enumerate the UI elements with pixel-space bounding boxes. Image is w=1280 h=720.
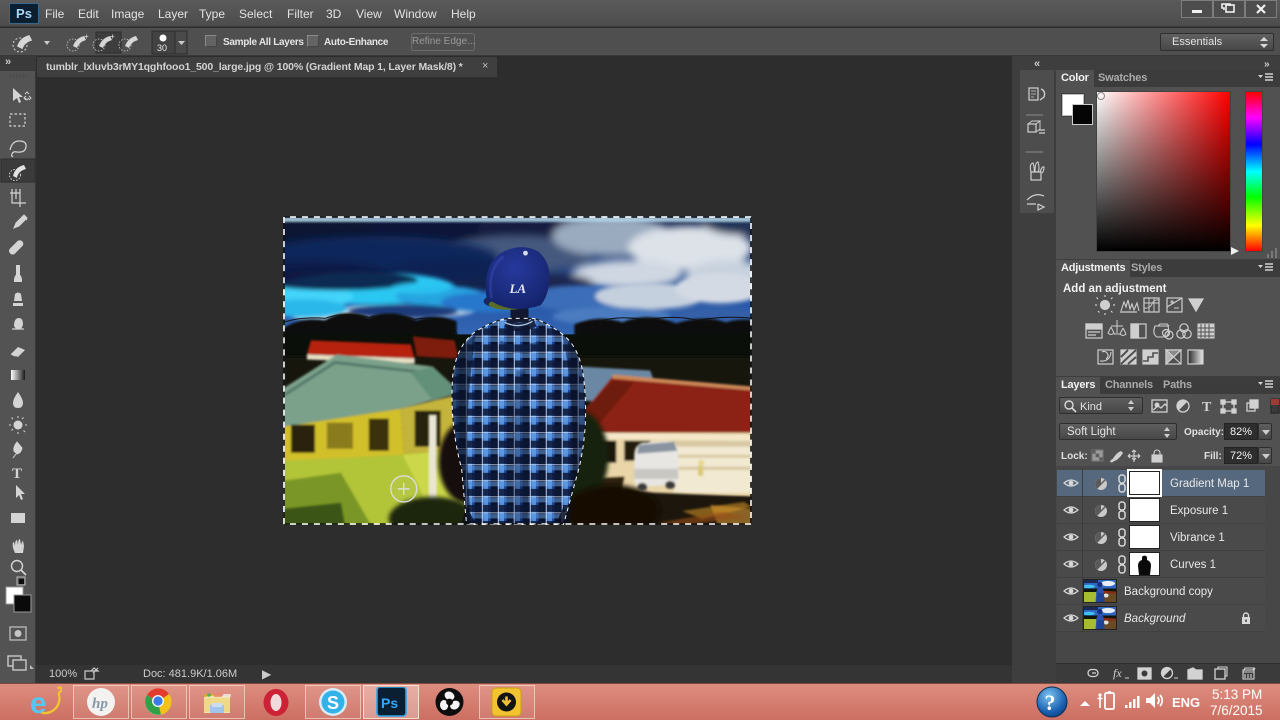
svg-text:Kind: Kind <box>1080 401 1102 413</box>
svg-text:30: 30 <box>157 43 167 53</box>
svg-text:?: ? <box>1045 690 1056 715</box>
svg-text:T: T <box>12 466 22 482</box>
svg-text:LA: LA <box>509 281 527 296</box>
svg-text:«: « <box>1034 58 1040 70</box>
svg-text:hp: hp <box>92 696 108 712</box>
svg-text:+: + <box>110 32 115 41</box>
svg-text:Ps: Ps <box>381 695 398 711</box>
svg-text:T: T <box>1202 400 1212 415</box>
svg-text:+: + <box>84 32 89 41</box>
svg-text:»: » <box>1264 59 1270 70</box>
svg-text:fx: fx <box>1113 666 1122 680</box>
svg-text:S: S <box>327 693 339 713</box>
